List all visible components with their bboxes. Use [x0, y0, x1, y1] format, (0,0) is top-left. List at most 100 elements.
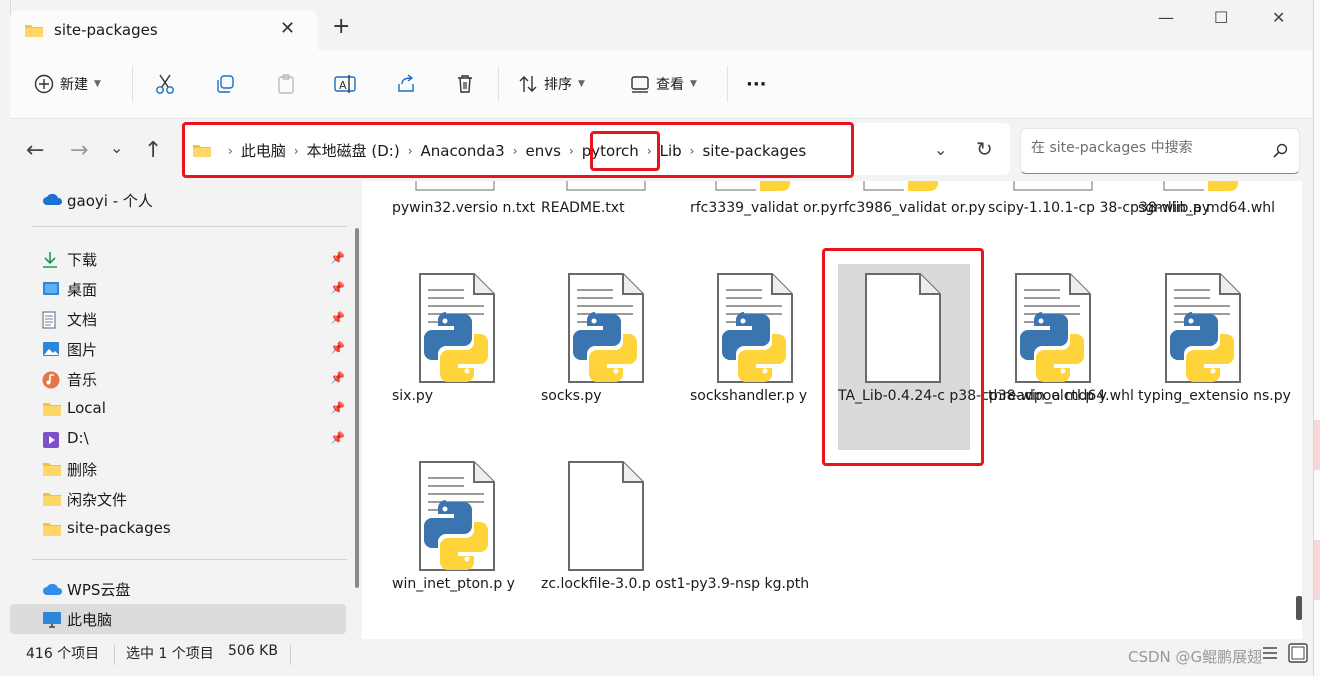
- sidebar-item-label: Local: [67, 399, 106, 417]
- file-name[interactable]: typing_extensio ns.py: [1138, 388, 1291, 404]
- sidebar-item-label: 此电脑: [67, 611, 113, 629]
- chevron-down-icon: ▼: [578, 79, 585, 89]
- view-label: 查看: [656, 77, 684, 93]
- sidebar-item-label: 闲杂文件: [67, 491, 128, 509]
- sidebar-item-local[interactable]: Local 📌: [10, 394, 346, 424]
- file-name[interactable]: sgmllib.py: [1138, 200, 1210, 216]
- content-scrollbar-thumb[interactable]: [1296, 596, 1302, 620]
- sidebar-item-label: D:\: [67, 429, 89, 447]
- chevron-down-icon: ▼: [94, 79, 101, 89]
- sidebar-item-site-packages[interactable]: site-packages: [10, 514, 346, 544]
- python-icon-top-cut: [863, 181, 939, 192]
- sidebar-item-documents[interactable]: 文档 📌: [10, 304, 346, 334]
- pictures-icon: [43, 342, 59, 356]
- file-name[interactable]: socks.py: [541, 388, 602, 404]
- pin-icon[interactable]: 📌: [330, 341, 345, 355]
- sidebar-item-label: 下载: [67, 251, 98, 269]
- python-file-icon: [412, 460, 502, 576]
- forward-arrow-icon[interactable]: →: [70, 138, 88, 163]
- delete-button[interactable]: [456, 50, 474, 118]
- file-name[interactable]: rfc3339_validat or.py: [690, 200, 838, 216]
- toolbar-divider: [132, 66, 133, 102]
- file-name[interactable]: sockshandler.p y: [690, 388, 807, 404]
- search-input[interactable]: [1029, 139, 1273, 157]
- sort-button[interactable]: 排序 ▼: [518, 50, 585, 118]
- sidebar-item-delete-folder[interactable]: 删除: [10, 454, 346, 484]
- maximize-button[interactable]: ☐: [1214, 8, 1228, 27]
- sidebar-item-wps-cloud[interactable]: WPS云盘: [10, 574, 346, 604]
- python-file-icon: [1008, 272, 1098, 388]
- up-arrow-icon[interactable]: ↑: [144, 138, 162, 163]
- view-button[interactable]: 查看 ▼: [630, 50, 697, 118]
- details-view-icon[interactable]: [1262, 645, 1278, 661]
- tab-title: site-packages: [54, 21, 158, 39]
- sidebar-item-this-pc[interactable]: 此电脑: [10, 604, 346, 634]
- file-name[interactable]: pywin32.versio n.txt: [392, 200, 535, 216]
- sidebar-item-label: gaoyi - 个人: [67, 192, 153, 210]
- sidebar-item-music[interactable]: 音乐 📌: [10, 364, 346, 394]
- pin-icon[interactable]: 📌: [330, 251, 345, 265]
- svg-text:A: A: [339, 79, 347, 92]
- annotation-box-address: [182, 122, 854, 178]
- file-name[interactable]: win_inet_pton.p y: [392, 576, 515, 592]
- toolbar-divider: [498, 66, 499, 102]
- file-name[interactable]: rfc3986_validat or.py: [838, 200, 986, 216]
- annotation-box-talib-file: [822, 248, 984, 466]
- address-history-chevron-icon[interactable]: ⌄: [934, 140, 947, 159]
- sidebar-item-d-drive[interactable]: D:\ 📌: [10, 424, 346, 454]
- share-button[interactable]: [396, 50, 416, 118]
- back-arrow-icon[interactable]: ←: [26, 138, 44, 163]
- sidebar-item-downloads[interactable]: 下载 📌: [10, 244, 346, 274]
- sort-label: 排序: [544, 77, 572, 93]
- new-button[interactable]: 新建 ▼: [34, 50, 101, 118]
- blank-file-icon: [561, 460, 651, 576]
- paste-button[interactable]: [276, 50, 296, 118]
- toolbar-divider: [727, 66, 728, 102]
- chevron-down-icon: ▼: [690, 79, 697, 89]
- pin-icon[interactable]: 📌: [330, 281, 345, 295]
- item-count: 416 个项目: [26, 646, 100, 662]
- more-options-button[interactable]: ···: [746, 50, 767, 118]
- rename-button[interactable]: A: [334, 50, 356, 118]
- command-bar: 新建 ▼ A 排序 ▼ 查看 ▼ ···: [10, 50, 1312, 119]
- pin-icon[interactable]: 📌: [330, 371, 345, 385]
- python-file-icon: [412, 272, 502, 388]
- selection-size: 506 KB: [228, 643, 278, 659]
- minimize-button[interactable]: —: [1158, 8, 1174, 27]
- recent-locations-chevron-icon[interactable]: ⌄: [110, 138, 123, 157]
- sidebar-item-onedrive[interactable]: gaoyi - 个人: [10, 185, 346, 215]
- pin-icon[interactable]: 📌: [330, 401, 345, 415]
- file-name[interactable]: zc.lockfile-3.0.p ost1-py3.9-nsp kg.pth: [541, 576, 809, 592]
- sidebar-item-desktop[interactable]: 桌面 📌: [10, 274, 346, 304]
- large-icons-view-icon[interactable]: [1288, 643, 1308, 663]
- sidebar-item-misc-files[interactable]: 闲杂文件: [10, 484, 346, 514]
- sidebar-item-label: 图片: [67, 341, 98, 359]
- plus-circle-icon: [34, 74, 54, 94]
- copy-icon: [217, 75, 234, 93]
- tab-site-packages[interactable]: site-packages ✕: [10, 10, 318, 50]
- copy-button[interactable]: [215, 50, 235, 118]
- file-name[interactable]: scipy-1.10.1-cp 38-cp38-win_a md64.whl: [988, 200, 1275, 216]
- close-window-button[interactable]: ✕: [1272, 8, 1285, 27]
- tab-close-icon[interactable]: ✕: [280, 18, 295, 39]
- pin-icon[interactable]: 📌: [330, 311, 345, 325]
- sidebar-scrollbar[interactable]: [355, 228, 359, 588]
- python-file-icon: [710, 272, 800, 388]
- folder-icon: [43, 463, 61, 476]
- scissors-icon: [156, 74, 174, 94]
- python-icon-top-cut: [715, 181, 791, 192]
- file-name[interactable]: six.py: [392, 388, 433, 404]
- cut-button[interactable]: [155, 50, 175, 118]
- refresh-icon[interactable]: ↻: [976, 137, 993, 161]
- pin-icon[interactable]: 📌: [330, 431, 345, 445]
- file-name[interactable]: threadpoolctl.p y: [988, 388, 1107, 404]
- sidebar-item-pictures[interactable]: 图片 📌: [10, 334, 346, 364]
- new-tab-button[interactable]: +: [332, 14, 350, 39]
- python-file-icon: [561, 272, 651, 388]
- sort-icon: [519, 76, 537, 92]
- file-name[interactable]: README.txt: [541, 200, 625, 216]
- selection-count: 选中 1 个项目: [126, 646, 214, 662]
- search-box[interactable]: [1020, 128, 1300, 174]
- folder-icon: [43, 523, 61, 536]
- search-icon[interactable]: [1273, 143, 1289, 159]
